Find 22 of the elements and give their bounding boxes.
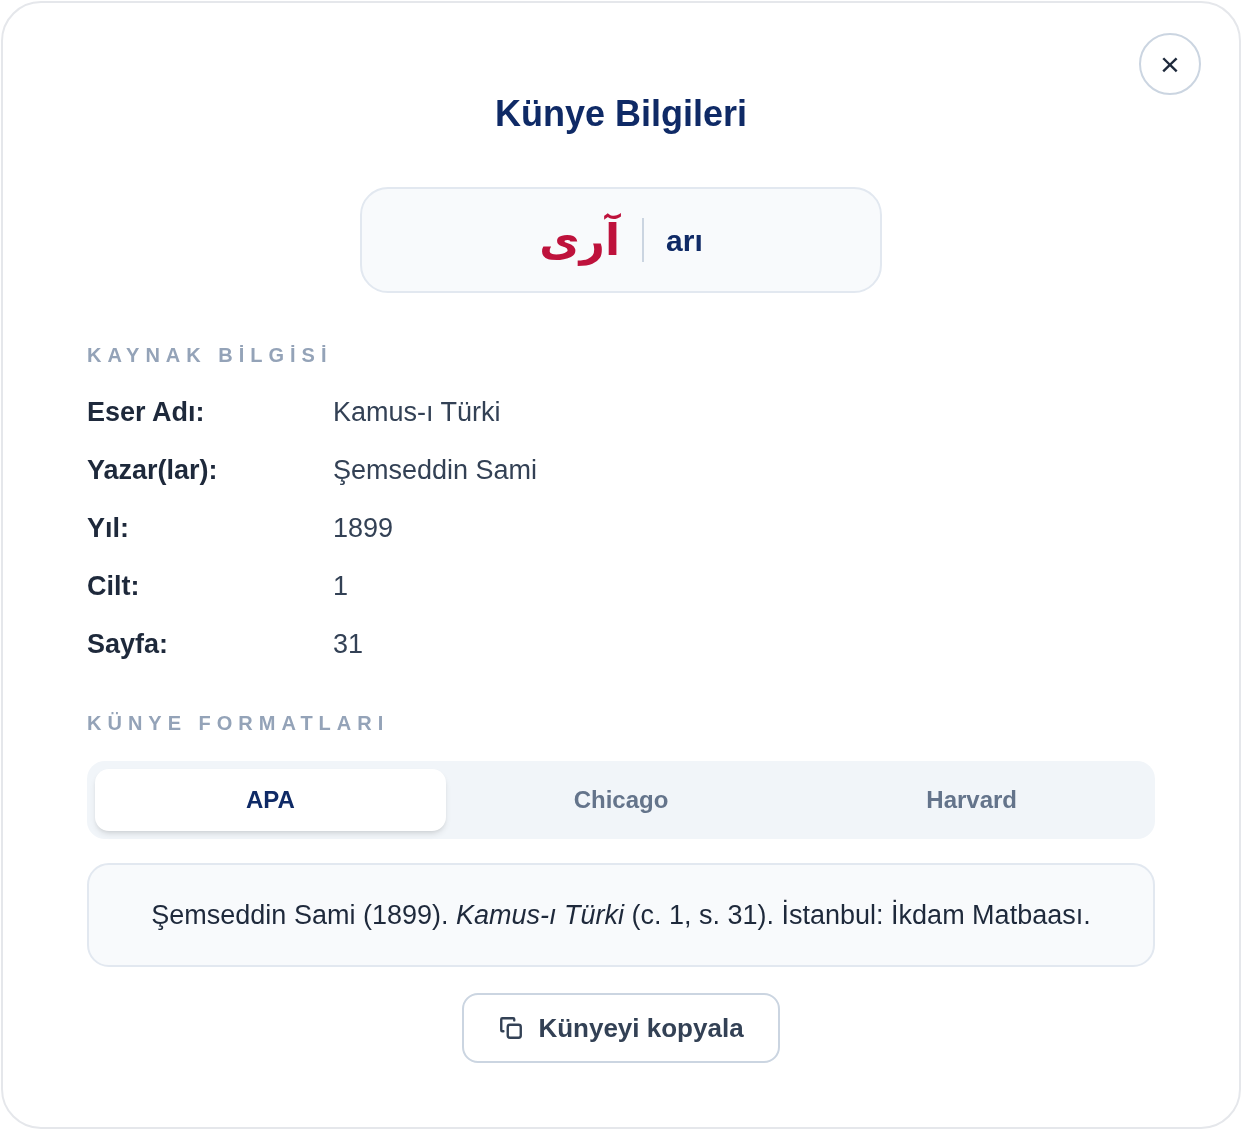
- format-tab[interactable]: Chicago: [445, 769, 797, 831]
- field-value: 31: [333, 627, 364, 661]
- field-value: Kamus-ı Türki: [333, 395, 501, 429]
- field-label: Eser Adı:: [87, 395, 206, 429]
- field-label: Sayfa:: [87, 627, 170, 661]
- copy-icon: [498, 1015, 525, 1041]
- field-label: Yazar(lar):: [87, 453, 219, 487]
- field-value: 1: [333, 569, 349, 603]
- citation-text: Şemseddin Sami (1899). Kamus-ı Türki (c. 1, s. 31). İstanbul: İkdam Matbaası.: [151, 898, 1091, 932]
- close-button[interactable]: ×: [1139, 33, 1201, 95]
- section-heading: KÜNYE FORMATLARI: [87, 711, 391, 735]
- latin-word: arı: [666, 222, 703, 259]
- format-tab[interactable]: Harvard: [796, 769, 1147, 831]
- copy-button[interactable]: Künyeyi kopyala: [462, 993, 780, 1063]
- field-value: 1899: [333, 511, 394, 545]
- dialog-title: Künye Bilgileri: [493, 92, 749, 136]
- section-heading: KAYNAK BİLGİSİ: [87, 343, 334, 367]
- format-tab[interactable]: APA: [95, 769, 446, 831]
- field-value: Şemseddin Sami: [333, 453, 538, 487]
- arabic-word: آرى: [539, 212, 620, 268]
- field-label: Cilt:: [87, 569, 141, 603]
- field-label: Yıl:: [87, 511, 130, 545]
